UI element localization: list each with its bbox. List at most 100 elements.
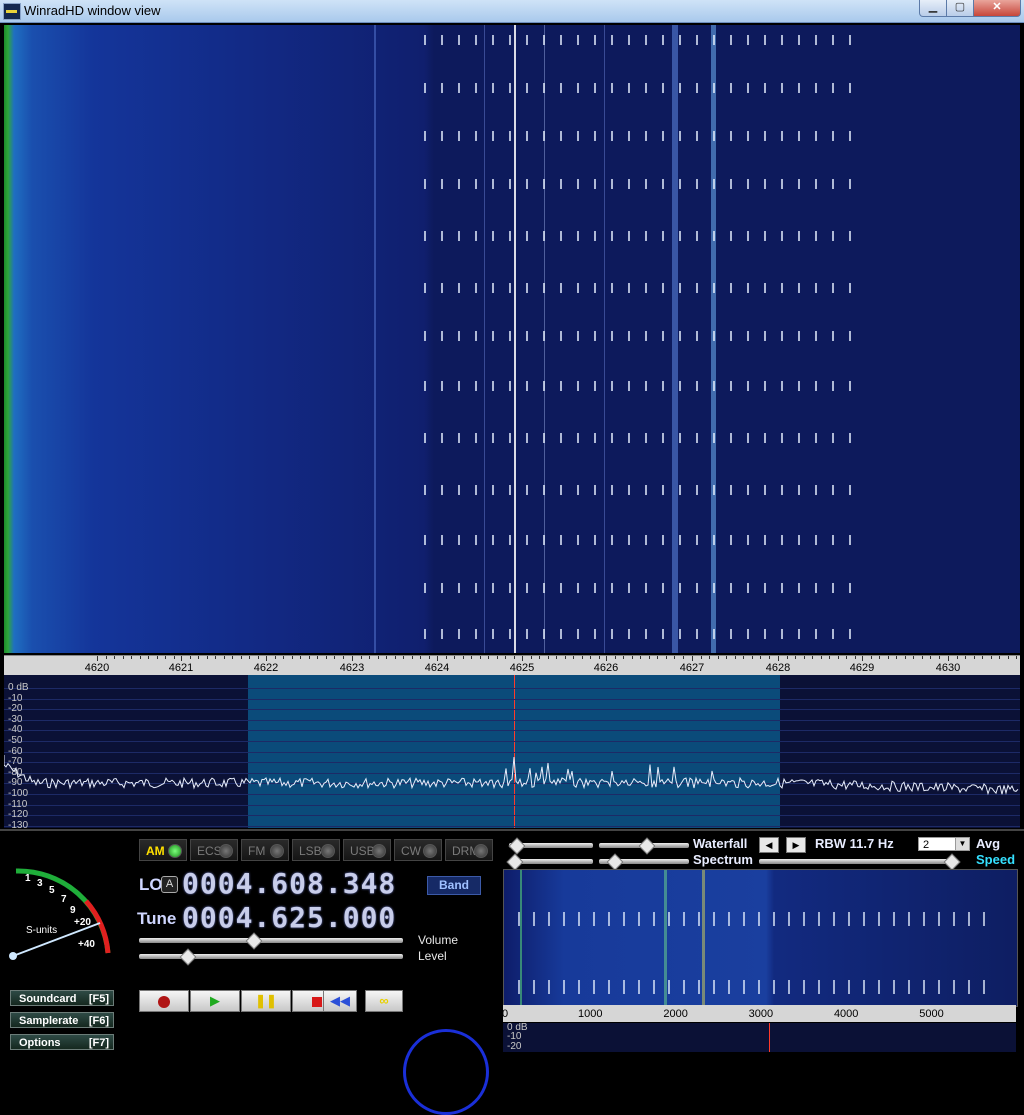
- waterfall-signal-burst: [424, 485, 854, 495]
- audio-filter-marker[interactable]: [769, 1023, 770, 1052]
- s-meter-dial: [9, 868, 111, 960]
- frequency-axis: 4620 4621 4622 4623 4624 4625 4626 4627 4628 4629…: [4, 655, 1020, 675]
- waterfall-display[interactable]: [4, 25, 1020, 653]
- frequency-tick: [948, 656, 949, 661]
- play-icon: ▶: [210, 993, 220, 1008]
- mode-button-ecss[interactable]: ECSS: [190, 839, 238, 861]
- frequency-minor-tick: [377, 656, 379, 659]
- frequency-minor-tick: [189, 656, 191, 659]
- frequency-tick-label: 4625: [509, 662, 535, 674]
- tuning-dial[interactable]: [403, 1029, 489, 1115]
- frequency-tick: [266, 656, 267, 661]
- frequency-minor-tick: [795, 656, 796, 659]
- frequency-minor-tick: [564, 656, 566, 659]
- frequency-tick-label: 4621: [168, 662, 194, 674]
- play-button[interactable]: ▶: [190, 990, 240, 1012]
- waterfall-signal-burst: [424, 35, 854, 45]
- waterfall-signal-burst: [424, 179, 854, 189]
- record-button[interactable]: [139, 990, 189, 1012]
- frequency-minor-tick: [539, 656, 540, 659]
- rbw-increase-button[interactable]: ▶: [786, 837, 806, 853]
- minimize-icon: ▁: [928, 1, 938, 13]
- frequency-minor-tick: [274, 656, 276, 659]
- waterfall-signal-burst: [424, 629, 854, 639]
- mode-button-usb[interactable]: USB: [343, 839, 391, 861]
- audio-spectrum[interactable]: 0 dB -10 -20: [503, 1023, 1016, 1052]
- frequency-tick-label: 4629: [849, 662, 875, 674]
- spectrum-gain-thumb[interactable]: [506, 853, 524, 871]
- close-button[interactable]: ✕: [973, 0, 1021, 17]
- frequency-minor-tick: [657, 656, 658, 659]
- frequency-minor-tick: [631, 656, 633, 659]
- frequency-minor-tick: [760, 656, 761, 659]
- audio-waterfall[interactable]: [503, 869, 1018, 1007]
- frequency-minor-tick: [956, 656, 958, 659]
- audio-frequency-label: 0: [501, 1008, 509, 1020]
- frequency-minor-tick: [682, 656, 684, 659]
- tune-frequency[interactable]: 0004.625.000: [182, 901, 396, 934]
- frequency-minor-tick: [488, 656, 489, 659]
- record-icon: [158, 995, 170, 1008]
- speed-thumb[interactable]: [943, 853, 961, 871]
- frequency-minor-tick: [122, 656, 124, 659]
- spectrum-contrast-thumb[interactable]: [606, 853, 624, 871]
- frequency-minor-tick: [530, 656, 532, 659]
- waterfall-gain-thumb[interactable]: [508, 837, 526, 855]
- spectrum-display[interactable]: 0 dB -10 -20 -30 -40 -50 -60 -70 -80 -90 -100 -110-…: [4, 675, 1020, 828]
- s-scale-20: +20: [74, 917, 91, 928]
- frequency-minor-tick: [556, 656, 557, 659]
- loop-button[interactable]: ∞: [365, 990, 403, 1012]
- maximize-button[interactable]: ▢: [946, 0, 974, 17]
- frequency-minor-tick: [420, 656, 421, 659]
- pause-button[interactable]: ❚❚: [241, 990, 291, 1012]
- level-thumb[interactable]: [179, 948, 197, 966]
- avg-select[interactable]: 2 ▼: [918, 837, 970, 851]
- frequency-minor-tick: [496, 656, 498, 659]
- frequency-minor-tick: [206, 656, 208, 659]
- mode-button-fm[interactable]: FM: [241, 839, 289, 861]
- frequency-minor-tick: [386, 656, 387, 659]
- mode-button-drm[interactable]: DRM: [445, 839, 493, 861]
- options-label: Options: [19, 1037, 61, 1049]
- frequency-tick: [778, 656, 779, 661]
- s-scale-7: 7: [61, 894, 67, 905]
- soundcard-button[interactable]: Soundcard [F5]: [10, 990, 114, 1006]
- waterfall-signal-burst: [424, 83, 854, 93]
- lo-frequency[interactable]: 0004.608.348: [182, 867, 396, 900]
- frequency-minor-tick: [411, 656, 413, 659]
- waterfall-signal-burst: [424, 433, 854, 443]
- frequency-minor-tick: [1016, 656, 1017, 659]
- volume-thumb[interactable]: [245, 932, 263, 950]
- band-button[interactable]: Band: [427, 876, 481, 895]
- speed-slider[interactable]: [759, 859, 957, 864]
- frequency-minor-tick: [283, 656, 284, 659]
- arrow-left-icon: ◀: [765, 840, 773, 850]
- frequency-minor-tick: [240, 656, 242, 659]
- waterfall-contrast-thumb[interactable]: [638, 837, 656, 855]
- options-button[interactable]: Options [F7]: [10, 1034, 114, 1050]
- mode-label: USB: [350, 844, 375, 858]
- frequency-minor-tick: [505, 656, 506, 659]
- mode-button-cw[interactable]: CW: [394, 839, 442, 861]
- samplerate-button[interactable]: Samplerate [F6]: [10, 1012, 114, 1028]
- frequency-minor-tick: [590, 656, 591, 659]
- frequency-minor-tick: [930, 656, 931, 659]
- avg-label: Avg: [976, 836, 1001, 851]
- mode-button-lsb[interactable]: LSB: [292, 839, 340, 861]
- frequency-tick-label: 4626: [593, 662, 619, 674]
- minimize-button[interactable]: ▁: [919, 0, 947, 17]
- frequency-minor-tick: [1007, 656, 1009, 659]
- volume-slider[interactable]: [139, 938, 403, 943]
- rbw-decrease-button[interactable]: ◀: [759, 837, 779, 853]
- frequency-minor-tick: [921, 656, 923, 659]
- s-scale-40: +40: [78, 939, 95, 950]
- frequency-minor-tick: [342, 656, 344, 659]
- rewind-button[interactable]: ◀◀: [323, 990, 357, 1012]
- frequency-tick: [522, 656, 523, 661]
- frequency-minor-tick: [640, 656, 641, 659]
- frequency-minor-tick: [879, 656, 880, 659]
- frequency-tick: [437, 656, 438, 661]
- frequency-minor-tick: [317, 656, 318, 659]
- mode-button-am[interactable]: AM: [139, 839, 187, 861]
- lo-lock-badge[interactable]: A: [161, 876, 178, 893]
